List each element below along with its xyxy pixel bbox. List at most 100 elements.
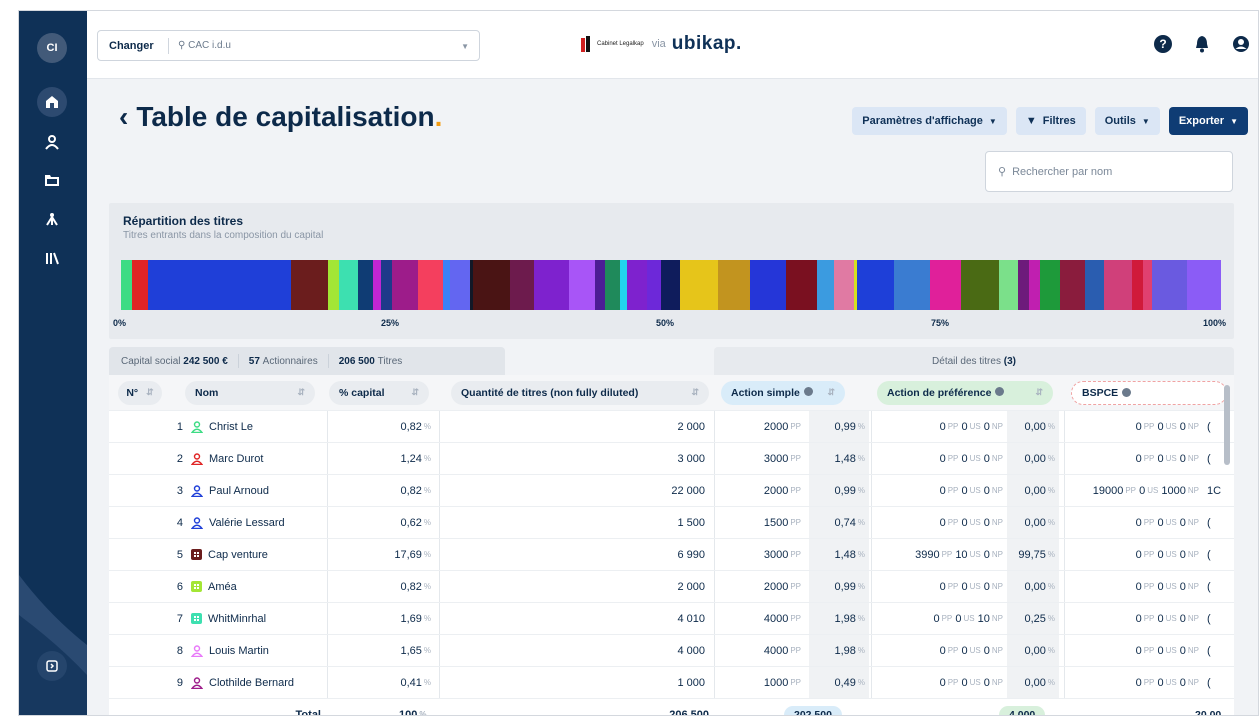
repartition-segment[interactable] (372, 260, 382, 310)
repartition-segment[interactable] (1029, 260, 1041, 310)
repartition-segment[interactable] (533, 260, 570, 310)
summary-tab[interactable]: Capital social 242 500 € 57 Actionnaires… (109, 347, 505, 375)
table-row[interactable]: 4 Valérie Lessard 0,62% 1 500 1500 PP 0,7… (109, 507, 1234, 539)
repartition-segment[interactable] (509, 260, 534, 310)
repartition-segment[interactable] (131, 260, 148, 310)
search-icon: ⚲ (998, 166, 1007, 178)
col-capital[interactable]: % capital ⇵ (329, 375, 439, 410)
repartition-segment[interactable] (627, 260, 647, 310)
back-icon[interactable]: ‹ (119, 101, 128, 132)
repartition-segment[interactable] (443, 260, 451, 310)
filters-button[interactable]: ▼ Filtres (1015, 107, 1086, 135)
account-icon[interactable] (1232, 35, 1250, 58)
repartition-segment[interactable] (1040, 260, 1060, 310)
company-search[interactable]: ⚲ CAC i.d.u (178, 40, 231, 51)
repartition-segment[interactable] (785, 260, 818, 310)
repartition-panel: Répartition des titres Titres entrants d… (109, 203, 1234, 339)
row-quantity: 22 000 (671, 484, 705, 497)
row-name[interactable]: Marc Durot (190, 443, 331, 474)
table-row[interactable]: 3 Paul Arnoud 0,82% 22 000 2000 PP 0,99% … (109, 475, 1234, 507)
col-num[interactable]: N° ⇵ (117, 375, 163, 410)
help-icon[interactable]: ? (1154, 35, 1172, 53)
repartition-segment[interactable] (417, 260, 444, 310)
folder-icon[interactable] (39, 167, 65, 193)
repartition-segment[interactable] (121, 260, 132, 310)
display-settings-button[interactable]: Paramètres d'affichage ▼ (852, 107, 1007, 135)
repartition-segment[interactable] (718, 260, 750, 310)
avatar[interactable]: CI (37, 33, 67, 63)
table-row[interactable]: 2 Marc Durot 1,24% 3 000 3000 PP 1,48% 0P… (109, 443, 1234, 475)
repartition-segment[interactable] (619, 260, 628, 310)
row-name[interactable]: Améa (191, 571, 331, 602)
repartition-segment[interactable] (817, 260, 835, 310)
repartition-segment[interactable] (147, 260, 291, 310)
detail-tab[interactable]: Détail des titres (3) (714, 347, 1234, 375)
row-name[interactable]: Christ Le (190, 411, 331, 442)
repartition-segment[interactable] (290, 260, 329, 310)
repartition-segment[interactable] (1018, 260, 1030, 310)
row-name[interactable]: Paul Arnoud (190, 475, 331, 506)
company-switcher[interactable]: Changer ⚲ CAC i.d.u ▼ (97, 30, 480, 61)
repartition-segment[interactable] (998, 260, 1019, 310)
repartition-segment[interactable] (473, 260, 510, 310)
repartition-segment[interactable] (328, 260, 339, 310)
row-name[interactable]: WhitMinrhal (191, 603, 331, 634)
table-row[interactable]: 6 Améa 0,82% 2 000 2000 PP 0,99% 0 PP 0 US … (109, 571, 1234, 603)
col-bspce[interactable]: BSPCE (1071, 375, 1231, 410)
repartition-segment[interactable] (749, 260, 786, 310)
row-name[interactable]: Louis Martin (190, 635, 331, 666)
collapse-icon[interactable] (37, 651, 67, 681)
repartition-segment[interactable] (358, 260, 373, 310)
table-row[interactable]: 8 Louis Martin 1,65% 4 000 4000 PP 1,98% … (109, 635, 1234, 667)
table-row[interactable]: 9 Clothilde Bernard 0,41% 1 000 1000 PP 0… (109, 667, 1234, 699)
repartition-segment[interactable] (450, 260, 470, 310)
repartition-segment[interactable] (1186, 260, 1221, 310)
user-icon[interactable] (39, 129, 65, 155)
repartition-segment[interactable] (661, 260, 681, 310)
home-icon[interactable] (37, 87, 67, 117)
table-row[interactable]: 5 Cap venture 17,69% 6 990 3000 PP 1,48% … (109, 539, 1234, 571)
repartition-segment[interactable] (857, 260, 894, 310)
repartition-segment[interactable] (834, 260, 854, 310)
row-quantity: 2 000 (677, 420, 705, 433)
row-name[interactable]: Valérie Lessard (190, 507, 331, 538)
repartition-segment[interactable] (1084, 260, 1105, 310)
col-action-simple[interactable]: Action simple ⇵ (721, 375, 851, 410)
bell-icon[interactable] (1194, 35, 1210, 58)
repartition-segment[interactable] (594, 260, 606, 310)
table-row[interactable]: 7 WhitMinrhal 1,69% 4 010 4000 PP 1,98% 0… (109, 603, 1234, 635)
repartition-segment[interactable] (392, 260, 418, 310)
table-row[interactable]: 1 Christ Le 0,82% 2 000 2000 PP 0,99% 0 PP… (109, 411, 1234, 443)
repartition-segment[interactable] (605, 260, 620, 310)
repartition-segment[interactable] (1151, 260, 1187, 310)
tools-button[interactable]: Outils ▼ (1094, 107, 1160, 135)
info-icon (995, 386, 1005, 396)
repartition-segment[interactable] (646, 260, 662, 310)
repartition-segment[interactable] (1059, 260, 1085, 310)
repartition-segment[interactable] (929, 260, 962, 310)
row-ap-values: 0 PP 0 US 0 NP (939, 484, 1003, 497)
repartition-segment[interactable] (381, 260, 393, 310)
col-quantity[interactable]: Quantité de titres (non fully diluted) ⇵ (451, 375, 711, 410)
repartition-segment[interactable] (1132, 260, 1144, 310)
row-quantity: 4 010 (677, 612, 705, 625)
row-name[interactable]: Cap venture (191, 539, 331, 570)
hierarchy-icon[interactable] (39, 207, 65, 233)
row-capital: 0,82% (400, 580, 431, 593)
repartition-segment[interactable] (893, 260, 930, 310)
search-input[interactable]: ⚲ Rechercher par nom (985, 151, 1233, 192)
col-name[interactable]: Nom ⇵ (185, 375, 315, 410)
repartition-segment[interactable] (1143, 260, 1152, 310)
table-scrollbar[interactable] (1224, 385, 1230, 465)
repartition-segment[interactable] (961, 260, 999, 310)
repartition-segment[interactable] (569, 260, 595, 310)
repartition-segment[interactable] (1104, 260, 1133, 310)
row-quantity: 6 990 (677, 548, 705, 561)
repartition-segment[interactable] (680, 260, 719, 310)
row-name[interactable]: Clothilde Bernard (190, 667, 331, 698)
library-icon[interactable] (39, 245, 65, 271)
export-button[interactable]: Exporter ▼ (1168, 107, 1248, 135)
row-as-pp: 1500 PP (763, 516, 801, 529)
col-action-pref[interactable]: Action de préférence ⇵ (877, 375, 1057, 410)
repartition-segment[interactable] (339, 260, 359, 310)
